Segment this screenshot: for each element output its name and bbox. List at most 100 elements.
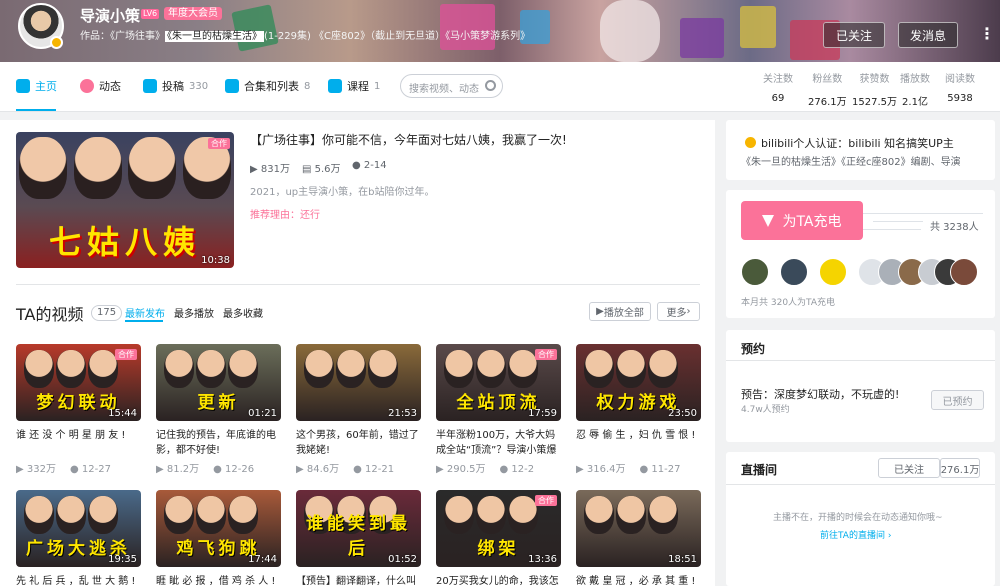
video-duration: 19:35	[108, 554, 137, 565]
sort-most-favorited[interactable]: 最多收藏	[223, 305, 263, 320]
face-image	[88, 350, 118, 388]
video-card[interactable]: 全站顶流合作17:59 半年涨粉100万，大爷大妈成全站“顶流”？导演小策爆款 ▶ …	[436, 344, 561, 475]
play-count: 81.2万	[166, 464, 200, 475]
stat-label: 粉丝数	[812, 74, 843, 85]
featured-title[interactable]: 【广场往事】你可能不信，今年面对七姑八姨，我赢了一次!	[250, 131, 567, 148]
play-icon: ▶	[576, 464, 587, 475]
tab-label: 合集和列表	[244, 80, 299, 93]
video-title[interactable]: 先 礼 后 兵 ，乱 世 大 鹅 !	[16, 574, 141, 586]
live-fans-count: 276.1万	[940, 458, 980, 478]
tab-collections[interactable]: 合集和列表 8	[225, 78, 310, 94]
face-image	[648, 496, 678, 534]
level-badge: LV6	[141, 9, 160, 19]
video-thumbnail[interactable]: 更新 01:21	[156, 344, 281, 421]
play-count: 332万	[26, 464, 56, 475]
face-image	[228, 496, 258, 534]
charge-label: 为TA充电	[782, 213, 842, 230]
featured-video-thumbnail[interactable]: 七姑八姨 合作 10:38	[16, 132, 234, 268]
message-button[interactable]: 发消息	[898, 22, 958, 48]
video-title[interactable]: 20万买我女儿的命，我该怎么	[436, 574, 561, 586]
video-title[interactable]: 忍 辱 偷 生 ，妇 仇 雪 恨 !	[576, 428, 701, 458]
fan-avatar[interactable]	[950, 258, 978, 286]
fan-avatar[interactable]	[819, 258, 847, 286]
thumb-caption: 谁能笑到最后	[306, 514, 411, 559]
video-title[interactable]: 睚 眦 必 报 ，借 鸡 杀 人 !	[156, 574, 281, 586]
publish-date: 12-21	[365, 464, 395, 475]
fan-avatar[interactable]	[780, 258, 808, 286]
stat-label: 阅读数	[945, 74, 975, 85]
video-thumbnail[interactable]: 鸡飞狗跳 17:44	[156, 490, 281, 567]
live-room-link[interactable]: 前往TA的直播间 ›	[820, 528, 891, 541]
video-card[interactable]: 权力游戏 23:50 忍 辱 偷 生 ，妇 仇 雪 恨 ! ▶ 316.4万 ● 11-…	[576, 344, 701, 475]
follow-button[interactable]: 已关注	[823, 22, 885, 48]
video-title[interactable]: 记住我的预告，年底谁的电影，都不好使!	[156, 428, 281, 458]
video-thumbnail[interactable]: 权力游戏 23:50	[576, 344, 701, 421]
video-card[interactable]: 梦幻联动 合作 15:44 谁 还 没 个 明 星 朋 友 ! ▶ 332万 ● 12-2…	[16, 344, 141, 475]
works-description: 作品：《广场往事》 《朱一旦的枯燥生活》 (1-229集) 《C座802》（截止到无…	[80, 27, 530, 42]
tab-dynamic[interactable]: 动态	[80, 78, 121, 94]
more-videos-button[interactable]: 更多 ›	[657, 302, 700, 321]
charge-month: 本月共 320人为TA充电	[741, 298, 835, 308]
video-duration: 21:53	[388, 408, 417, 419]
charge-button[interactable]: 为TA充电	[741, 201, 863, 240]
search-icon[interactable]	[485, 80, 496, 91]
video-card[interactable]: 21:53 这个男孩，60年前，错过了我姥姥! ▶ 84.6万 ● 12-21	[296, 344, 421, 475]
video-meta: ▶ 290.5万 ● 12-2	[436, 460, 561, 475]
video-thumbnail[interactable]: 18:51	[576, 490, 701, 567]
live-follow-label: 已关注	[894, 464, 924, 476]
video-thumbnail[interactable]: 全站顶流 合作 17:59	[436, 344, 561, 421]
video-duration: 10:38	[201, 255, 230, 266]
video-card[interactable]: 广场大逃杀 19:35 先 礼 后 兵 ，乱 世 大 鹅 !	[16, 490, 141, 586]
chevron-right-icon: ›	[686, 306, 691, 317]
search-placeholder: 搜索视频、动态	[409, 84, 479, 95]
tab-home[interactable]: 主页	[16, 78, 57, 94]
play-all-button[interactable]: ▶ 播放全部	[589, 302, 651, 321]
play-count: 290.5万	[446, 464, 486, 475]
stat-fans[interactable]: 粉丝数 276.1万	[808, 70, 847, 108]
video-title[interactable]: 这个男孩，60年前，错过了我姥姥!	[296, 428, 421, 458]
video-title[interactable]: 半年涨粉100万，大爷大妈成全站“顶流”？导演小策爆款	[436, 428, 561, 458]
tab-uploads[interactable]: 投稿 330	[143, 78, 208, 94]
video-thumbnail[interactable]: 广场大逃杀 19:35	[16, 490, 141, 567]
video-thumbnail[interactable]: 绑架 合作 13:36	[436, 490, 561, 567]
video-thumbnail[interactable]: 梦幻联动 合作 15:44	[16, 344, 141, 421]
recommend-reason: 推荐理由：还行	[250, 210, 320, 221]
fan-avatar[interactable]	[741, 258, 769, 286]
face-image	[56, 496, 86, 534]
stat-following[interactable]: 关注数 69	[763, 70, 793, 104]
works-text: (1-229集) 《C座802》（截止到无旦道）《马小策梦游系列》	[264, 31, 531, 42]
divider	[726, 484, 995, 485]
video-card[interactable]: 谁能笑到最后01:52 【预告】翻译翻译，什么叫潇	[296, 490, 421, 586]
face-image	[476, 496, 506, 534]
reserve-button[interactable]: 已预约	[931, 390, 984, 410]
video-title[interactable]: 欲 戴 皇 冠 ，必 承 其 重 !	[576, 574, 701, 586]
video-title[interactable]: 谁 还 没 个 明 星 朋 友 !	[16, 428, 141, 458]
tab-course[interactable]: 课程 1	[328, 78, 380, 94]
sort-indicator	[125, 320, 163, 322]
stat-plays: 播放数 2.1亿	[900, 70, 930, 108]
play-count: 84.6万	[306, 464, 340, 475]
play-icon: ▶	[156, 464, 167, 475]
live-follow-button[interactable]: 已关注	[878, 458, 940, 478]
face-image	[368, 350, 398, 388]
live-status: 主播不在，开播的时候会在动态通知你哦~	[773, 513, 943, 523]
publish-date: 12-2	[511, 464, 535, 475]
video-thumbnail[interactable]: 21:53	[296, 344, 421, 421]
certification-text: bilibili个人认证：bilibili 知名搞笑UP主	[761, 137, 954, 150]
face-image	[584, 496, 614, 534]
reserve-text: 预告：深度梦幻联动，不玩虚的!	[741, 388, 900, 401]
video-thumbnail[interactable]: 谁能笑到最后 01:52	[296, 490, 421, 567]
sort-latest[interactable]: 最新发布	[125, 305, 165, 320]
video-card[interactable]: 鸡飞狗跳 17:44 睚 眦 必 报 ，借 鸡 杀 人 !	[156, 490, 281, 586]
video-card[interactable]: 更新 01:21 记住我的预告，年底谁的电影，都不好使! ▶ 81.2万 ● 12-26	[156, 344, 281, 475]
video-card[interactable]: 18:51 欲 戴 皇 冠 ，必 承 其 重 !	[576, 490, 701, 586]
video-duration: 23:50	[668, 408, 697, 419]
video-title[interactable]: 【预告】翻译翻译，什么叫潇	[296, 574, 421, 586]
featured-date: ● 2-14	[352, 160, 387, 171]
sort-most-played[interactable]: 最多播放	[174, 305, 214, 320]
more-options-icon[interactable]: ⋮	[979, 24, 995, 44]
chevron-right-icon: ›	[884, 531, 892, 541]
search-input[interactable]: 搜索视频、动态	[400, 74, 503, 98]
videos-count: 175	[91, 305, 123, 321]
video-card[interactable]: 绑架合作13:36 20万买我女儿的命，我该怎么	[436, 490, 561, 586]
